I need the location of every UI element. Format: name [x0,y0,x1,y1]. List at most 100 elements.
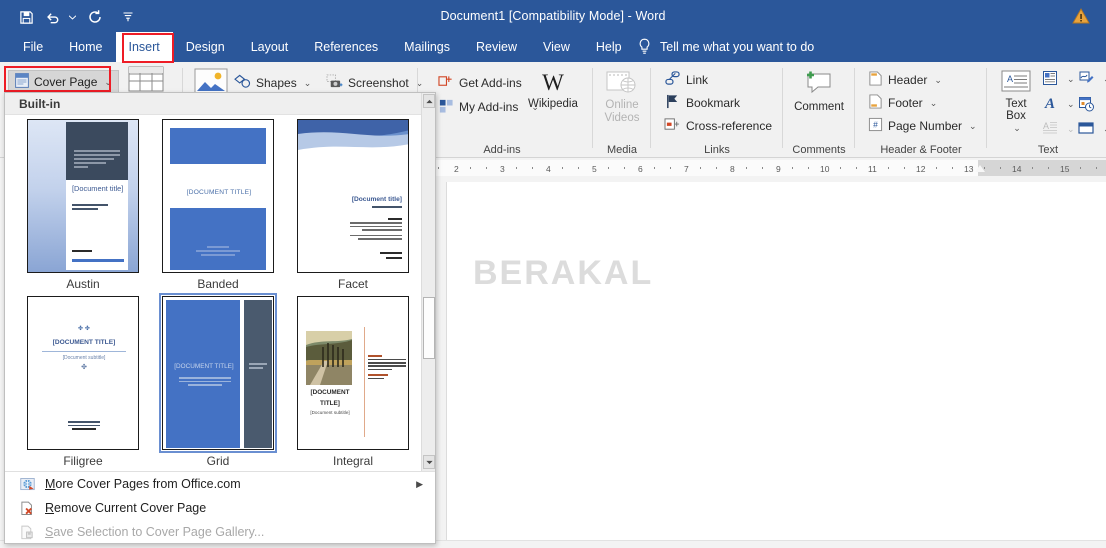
tab-help[interactable]: Help [583,32,635,62]
insert-bookmark-button[interactable]: Bookmark [664,94,740,112]
signature-line-button[interactable]: ⌄ [1078,70,1106,89]
thumbnail-name: Facet [337,277,368,291]
insert-text-box-button[interactable]: A Text Box ⌄ [994,70,1038,134]
group-divider [650,68,651,148]
scroll-up-icon[interactable] [423,94,435,108]
insert-table-button[interactable] [128,66,164,95]
group-divider [592,68,593,148]
horizontal-ruler[interactable]: 2 3 4 5 6 7 8 9 10 11 12 13 14 15 [430,160,1106,176]
office-online-icon [15,477,39,492]
thumbnail-preview: [DOCUMENT TITLE] [159,293,277,453]
chevron-down-icon[interactable]: ⌄ [104,77,112,88]
document-page[interactable]: BERAKAL [446,182,1106,548]
quick-parts-button[interactable]: ⌄ [1042,70,1075,89]
insert-footer-button[interactable]: Footer ⌄ [868,94,937,112]
warning-triangle-icon[interactable] [1072,8,1090,24]
cover-page-thumbnail-grid[interactable]: [DOCUMENT TITLE] Grid [159,293,294,474]
word-window: Document1 [Compatibility Mode] - Word Fi… [0,0,1106,548]
shapes-label: Shapes [256,76,297,90]
svg-text:#: # [873,120,878,130]
tab-file[interactable]: File [10,32,56,62]
ruler-tick-label: 5 [592,164,597,174]
get-addins-label: Get Add-ins [459,76,522,90]
thumbnail-title-text: [DOCUMENT TITLE] [310,389,350,407]
group-label-addins: Add-ins [483,144,521,156]
group-divider [854,68,855,148]
insert-cross-reference-button[interactable]: Cross-reference [664,117,772,135]
chevron-down-icon[interactable]: ⌄ [1067,99,1075,110]
thumbnail-name: Banded [197,277,239,291]
chevron-down-icon[interactable]: ⌄ [1067,74,1075,85]
group-label-comments: Comments [792,144,846,156]
insert-page-number-button[interactable]: # Page Number ⌄ [868,117,977,135]
gallery-scrollbar-thumb[interactable] [423,297,435,359]
wikipedia-icon: W [542,70,564,95]
tab-home[interactable]: Home [56,32,115,62]
scroll-down-icon[interactable] [423,455,435,469]
online-videos-button[interactable]: Online Videos [600,70,644,125]
chevron-down-icon[interactable]: ⌄ [934,75,942,86]
thumbnail-title-text: [DOCUMENT TITLE] [52,339,116,346]
cover-page-thumbnail-facet[interactable]: [Document title] Facet [297,119,429,297]
ruler-tick-label: 14 [1012,164,1022,174]
drop-cap-button[interactable]: A ⌄ [1042,120,1075,139]
chevron-down-icon[interactable]: ⌄ [1013,122,1021,134]
group-label-header-footer: Header & Footer [880,144,962,156]
thumbnail-title-text: [Document title] [72,184,124,193]
menu-item-more-cover-pages[interactable]: More Cover Pages from Office.com ▶ [5,472,435,496]
page-watermark-text: BERAKAL [473,254,654,292]
chevron-down-icon[interactable]: ⌄ [969,121,977,132]
cover-page-thumbnail-integral[interactable]: [DOCUMENT TITLE] [Document subtitle] Int… [297,296,429,474]
tab-design[interactable]: Design [173,32,238,62]
wikipedia-button[interactable]: W Wikipedia [528,70,578,110]
menu-item-label: Save Selection to Cover Page Gallery... [45,525,265,539]
my-addins-button[interactable]: My Add-ins ⌄ [438,98,539,116]
gallery-scrollbar[interactable] [421,93,435,471]
insert-screenshot-button[interactable]: Screenshot ⌄ [326,74,423,92]
insert-object-button[interactable]: ⌄ [1078,120,1106,139]
bookmark-icon [664,94,681,112]
thumbnail-preview: [DOCUMENT TITLE] [Document subtitle] [297,296,409,450]
group-label-links: Links [704,144,730,156]
tab-view[interactable]: View [530,32,583,62]
cover-page-thumbnail-filigree[interactable]: ✤ ✤ [DOCUMENT TITLE] [Document subtitle]… [27,296,159,474]
menu-item-save-selection-to-gallery: Save Selection to Cover Page Gallery... [5,520,435,544]
cover-page-thumbnail-banded[interactable]: [DOCUMENT TITLE] Banded [162,119,294,297]
insert-link-button[interactable]: Link [664,71,708,89]
tab-references[interactable]: References [301,32,391,62]
wordart-button[interactable]: A ⌄ [1042,96,1075,113]
group-divider [782,68,783,148]
table-icon [128,66,164,95]
screenshot-icon [326,74,343,92]
tab-layout[interactable]: Layout [238,32,302,62]
tab-insert[interactable]: Insert [115,32,173,62]
tell-me-search[interactable]: Tell me what you want to do [638,32,814,62]
cover-page-thumbnail-austin[interactable]: [Document title] Austin [27,119,159,297]
date-time-button[interactable] [1078,96,1094,115]
menu-item-label: More Cover Pages from Office.com [45,477,241,491]
ribbon-group-comments: Comment Comments [786,62,852,158]
ruler-tick-label: 2 [454,164,459,174]
svg-text:A: A [1043,121,1049,131]
my-addins-icon [438,98,454,116]
get-addins-button[interactable]: Get Add-ins [438,74,522,92]
page-number-label: Page Number [888,119,963,133]
left-indent-marker[interactable] [975,165,985,172]
chevron-down-icon[interactable]: ⌄ [304,78,312,89]
cover-page-button[interactable]: Cover Page ⌄ [8,70,119,94]
chevron-down-icon[interactable]: ⌄ [1067,124,1075,135]
menu-item-remove-current-cover-page[interactable]: Remove Current Cover Page [5,496,435,520]
tab-mailings[interactable]: Mailings [391,32,463,62]
thumbnail-title-text: [Document title] [351,196,402,203]
tab-review[interactable]: Review [463,32,530,62]
insert-shapes-button[interactable]: Shapes ⌄ [234,74,311,92]
lightbulb-icon [638,38,652,56]
thumbnail-preview: [Document title] [27,119,139,273]
document-title: Document1 [Compatibility Mode] - Word [440,9,666,23]
insert-header-button[interactable]: Header ⌄ [868,71,942,89]
ruler-ticks: 2 3 4 5 6 7 8 9 10 11 12 13 14 15 [430,160,1106,176]
chevron-down-icon[interactable]: ⌄ [930,98,938,109]
new-comment-button[interactable]: Comment [790,70,848,113]
title-bar: Document1 [Compatibility Mode] - Word [0,0,1106,32]
new-comment-icon [802,70,836,99]
